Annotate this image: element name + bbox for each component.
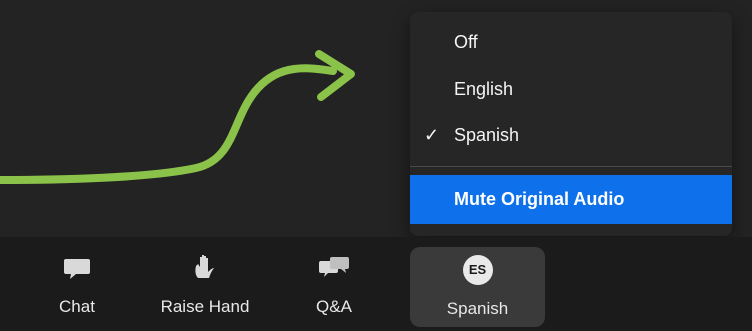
menu-item-spanish[interactable]: ✓ Spanish	[410, 115, 732, 155]
menu-item-off[interactable]: Off	[410, 22, 732, 62]
hand-icon	[195, 255, 214, 278]
menu-item-english-label: English	[454, 79, 514, 99]
raise-hand-label: Raise Hand	[160, 297, 250, 316]
language-label: Spanish	[446, 299, 509, 318]
qa-button[interactable]: Q&A	[284, 237, 384, 331]
chat-button[interactable]: Chat	[34, 237, 120, 331]
menu-item-mute-original-audio[interactable]: Mute Original Audio	[410, 175, 732, 224]
language-dropdown-menu: Off English ✓ Spanish Mute Original Audi…	[410, 12, 732, 236]
menu-item-english[interactable]: English	[410, 69, 732, 109]
language-badge: ES	[462, 255, 493, 285]
language-badge-icon: ES	[462, 255, 493, 285]
chat-label: Chat	[59, 297, 95, 316]
menu-divider	[410, 166, 732, 167]
raise-hand-button[interactable]: Raise Hand	[138, 237, 272, 331]
bottom-toolbar: Chat Raise Hand Q&A ES Spanish	[0, 237, 752, 331]
qa-label: Q&A	[316, 297, 352, 316]
menu-item-spanish-label: Spanish	[454, 125, 520, 145]
check-icon: ✓	[424, 125, 440, 145]
menu-item-mute-label: Mute Original Audio	[454, 189, 625, 209]
qa-bubbles-icon	[319, 257, 349, 277]
chat-bubble-icon	[64, 259, 90, 279]
menu-item-off-label: Off	[454, 32, 478, 52]
language-interpretation-button[interactable]: ES Spanish	[410, 247, 545, 327]
meeting-window: Off English ✓ Spanish Mute Original Audi…	[0, 0, 752, 331]
